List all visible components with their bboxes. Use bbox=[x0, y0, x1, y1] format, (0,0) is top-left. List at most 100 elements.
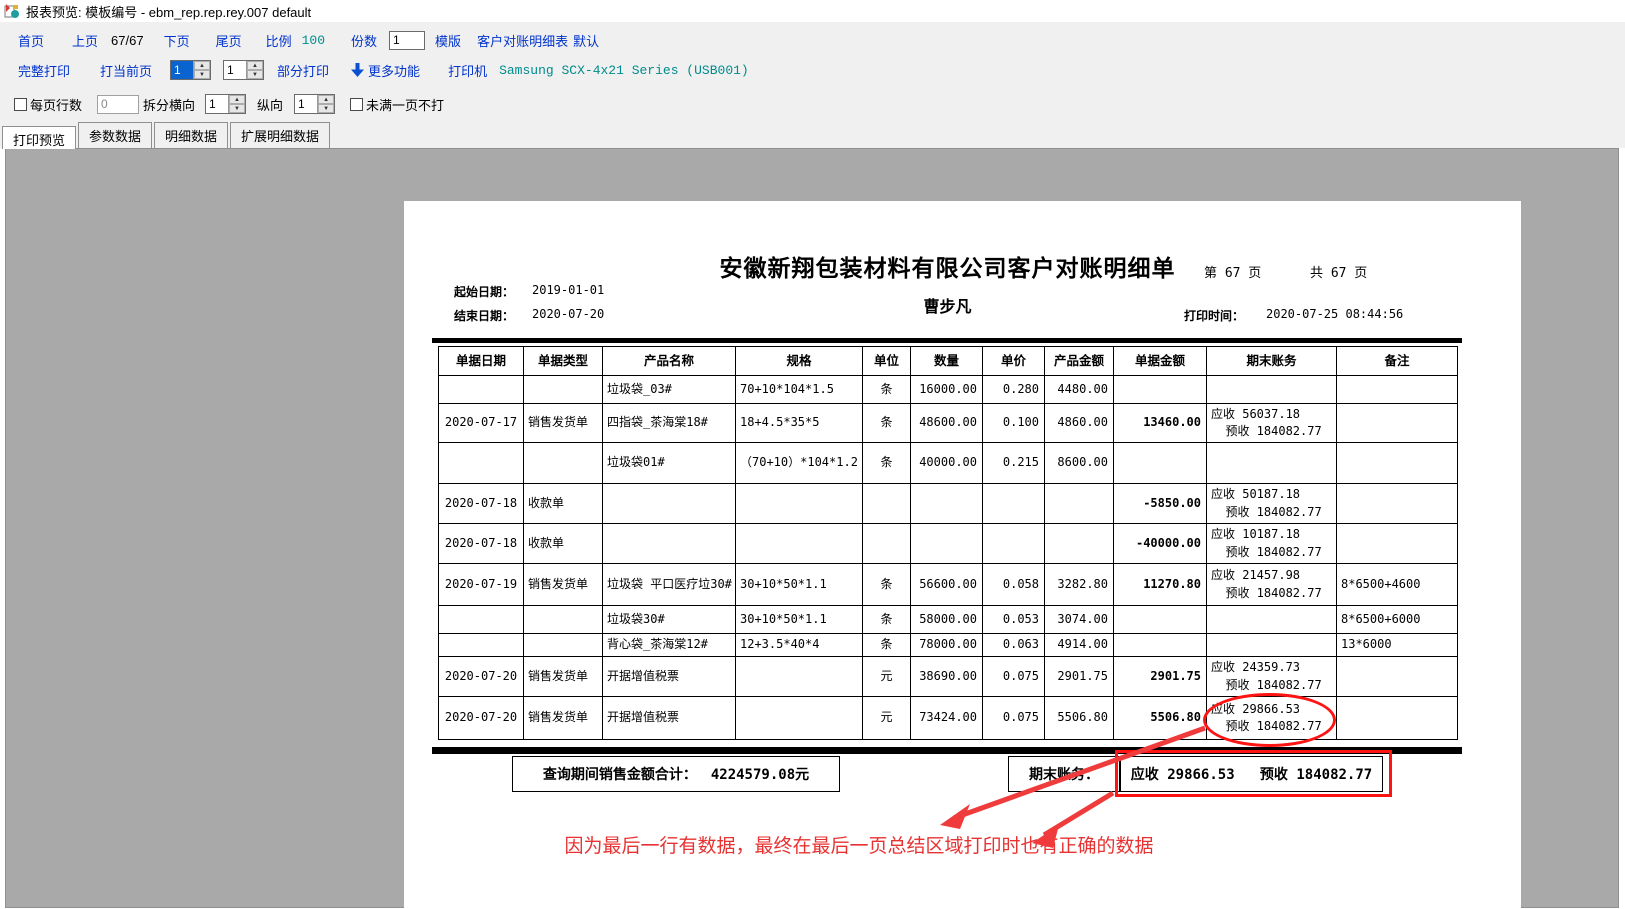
table-cell bbox=[1337, 404, 1458, 443]
spin-down-icon[interactable]: ▼ bbox=[247, 70, 263, 79]
spin-down-icon[interactable]: ▼ bbox=[194, 70, 210, 79]
table-cell: 0.075 bbox=[983, 697, 1045, 740]
toolbar-row-print: 完整打印 打当前页 1 ▲ ▼ 1 ▲ ▼ 部分打印 bbox=[0, 58, 1625, 82]
column-header: 单据日期 bbox=[439, 347, 524, 376]
copies-input[interactable]: 1 bbox=[389, 31, 425, 50]
spin-down-icon[interactable]: ▼ bbox=[229, 104, 245, 113]
table-cell: 5506.80 bbox=[1045, 697, 1114, 740]
table-cell bbox=[1337, 376, 1458, 404]
table-cell bbox=[863, 484, 911, 524]
first-page-button[interactable]: 首页 bbox=[18, 31, 44, 50]
rows-per-page-checkbox[interactable] bbox=[14, 98, 27, 111]
template-name-link[interactable]: 客户对账明细表 bbox=[477, 31, 568, 50]
spin-up-icon[interactable]: ▲ bbox=[247, 61, 263, 70]
range-to-spin-buttons[interactable]: ▲ ▼ bbox=[246, 61, 263, 79]
table-cell: 2020-07-19 bbox=[439, 564, 524, 606]
table-cell bbox=[1337, 524, 1458, 564]
table-cell: 应收 10187.18 预收 184082.77 bbox=[1207, 524, 1337, 564]
spin-down-icon[interactable]: ▼ bbox=[318, 104, 334, 113]
table-cell bbox=[1337, 443, 1458, 484]
table-cell bbox=[736, 657, 863, 697]
table-cell: 56600.00 bbox=[911, 564, 983, 606]
split-horizontal-spin-buttons[interactable]: ▲ ▼ bbox=[228, 95, 245, 113]
range-from-spin-buttons[interactable]: ▲ ▼ bbox=[193, 61, 210, 79]
split-vertical-stepper[interactable]: 1 ▲ ▼ bbox=[294, 94, 335, 114]
template-default-link[interactable]: 默认 bbox=[573, 31, 599, 50]
window-title: 报表预览: 模板编号 - ebm_rep.rep.rey.007 default bbox=[26, 2, 311, 21]
toolbar-row-navigation: 首页 上页 67/67 下页 尾页 比例 100 份数 1 模版 客户对账明细表… bbox=[0, 28, 1625, 52]
tab-detail-data[interactable]: 明细数据 bbox=[154, 122, 228, 149]
table-cell bbox=[1114, 443, 1207, 484]
table-cell bbox=[1207, 376, 1337, 404]
annotation-text: 因为最后一行有数据，最终在最后一页总结区域打印时也有正确的数据 bbox=[559, 831, 1159, 858]
last-page-button[interactable]: 尾页 bbox=[216, 31, 242, 50]
table-row: 2020-07-19销售发货单垃圾袋 平口医疗垃30#30+10*50*1.1条… bbox=[439, 564, 1458, 606]
range-to-value[interactable]: 1 bbox=[224, 61, 246, 79]
table-row: 2020-07-18收款单-40000.00应收 10187.18 预收 184… bbox=[439, 524, 1458, 564]
spin-up-icon[interactable]: ▲ bbox=[194, 61, 210, 70]
table-cell: 垃圾袋30# bbox=[603, 606, 736, 634]
table-cell: -5850.00 bbox=[1114, 484, 1207, 524]
current-page-number: 第 67 页 bbox=[1204, 262, 1261, 281]
table-cell: 垃圾袋 平口医疗垃30# bbox=[603, 564, 736, 606]
table-cell: 2020-07-17 bbox=[439, 404, 524, 443]
table-cell bbox=[1114, 634, 1207, 657]
tab-parameter-data[interactable]: 参数数据 bbox=[78, 122, 152, 149]
next-page-button[interactable]: 下页 bbox=[164, 31, 190, 50]
table-cell bbox=[524, 443, 603, 484]
split-horizontal-stepper[interactable]: 1 ▲ ▼ bbox=[205, 94, 246, 114]
table-cell bbox=[439, 606, 524, 634]
prev-page-button[interactable]: 上页 bbox=[72, 31, 98, 50]
statement-table: 单据日期单据类型产品名称规格单位数量单价产品金额单据金额期末账务备注 垃圾袋_0… bbox=[438, 346, 1458, 740]
range-from-value[interactable]: 1 bbox=[171, 61, 193, 79]
table-cell: 73424.00 bbox=[911, 697, 983, 740]
split-horizontal-value[interactable]: 1 bbox=[206, 95, 228, 113]
rows-per-page-input[interactable]: 0 bbox=[97, 95, 139, 114]
tab-print-preview[interactable]: 打印预览 bbox=[2, 126, 76, 149]
table-cell: 背心袋_茶海棠12# bbox=[603, 634, 736, 657]
copies-label[interactable]: 份数 bbox=[351, 31, 377, 50]
total-page-number: 共 67 页 bbox=[1310, 262, 1367, 281]
table-body: 垃圾袋_03#70+10*104*1.5条16000.000.2804480.0… bbox=[439, 376, 1458, 740]
table-row: 垃圾袋01#（70+10）*104*1.2条40000.000.2158600.… bbox=[439, 443, 1458, 484]
table-cell: 收款单 bbox=[524, 484, 603, 524]
column-header: 期末账务 bbox=[1207, 347, 1337, 376]
table-cell bbox=[736, 697, 863, 740]
more-functions-button[interactable]: 更多功能 bbox=[368, 61, 420, 80]
partial-print-button[interactable]: 部分打印 bbox=[277, 61, 329, 80]
printer-button[interactable]: 打印机 bbox=[448, 61, 487, 80]
table-cell: 2020-07-20 bbox=[439, 657, 524, 697]
tab-extended-detail-data[interactable]: 扩展明细数据 bbox=[230, 122, 330, 149]
end-date-label: 结束日期： bbox=[454, 307, 514, 324]
print-time-label: 打印时间： bbox=[1184, 307, 1244, 324]
column-header: 数量 bbox=[911, 347, 983, 376]
table-cell: 0.053 bbox=[983, 606, 1045, 634]
split-vertical-spin-buttons[interactable]: ▲ ▼ bbox=[317, 95, 334, 113]
range-to-stepper[interactable]: 1 ▲ ▼ bbox=[223, 60, 264, 80]
table-cell: 16000.00 bbox=[911, 376, 983, 404]
table-cell: 2901.75 bbox=[1045, 657, 1114, 697]
table-cell: 开据增值税票 bbox=[603, 697, 736, 740]
spin-up-icon[interactable]: ▲ bbox=[229, 95, 245, 104]
table-cell: 元 bbox=[863, 657, 911, 697]
full-print-button[interactable]: 完整打印 bbox=[18, 61, 70, 80]
table-cell bbox=[911, 484, 983, 524]
range-from-stepper[interactable]: 1 ▲ ▼ bbox=[170, 60, 211, 80]
table-cell bbox=[524, 634, 603, 657]
print-preview-canvas[interactable]: 安徽新翔包装材料有限公司客户对账明细单 第 67 页 共 67 页 起始日期： … bbox=[5, 148, 1619, 908]
table-row: 2020-07-17销售发货单四指袋_茶海棠18#18+4.5*35*5条486… bbox=[439, 404, 1458, 443]
table-cell bbox=[603, 524, 736, 564]
table-cell: 0.075 bbox=[983, 657, 1045, 697]
printer-name: Samsung SCX-4x21 Series (USB001) bbox=[499, 63, 749, 78]
table-cell: 13460.00 bbox=[1114, 404, 1207, 443]
print-current-button[interactable]: 打当前页 bbox=[100, 61, 152, 80]
table-cell: 8*6500+4600 bbox=[1337, 564, 1458, 606]
table-cell bbox=[1114, 376, 1207, 404]
table-row: 垃圾袋_03#70+10*104*1.5条16000.000.2804480.0… bbox=[439, 376, 1458, 404]
table-cell: 销售发货单 bbox=[524, 697, 603, 740]
template-button[interactable]: 模版 bbox=[435, 31, 461, 50]
split-vertical-value[interactable]: 1 bbox=[295, 95, 317, 113]
scale-label[interactable]: 比例 bbox=[266, 31, 292, 50]
spin-up-icon[interactable]: ▲ bbox=[318, 95, 334, 104]
skip-partial-page-checkbox[interactable] bbox=[350, 98, 363, 111]
